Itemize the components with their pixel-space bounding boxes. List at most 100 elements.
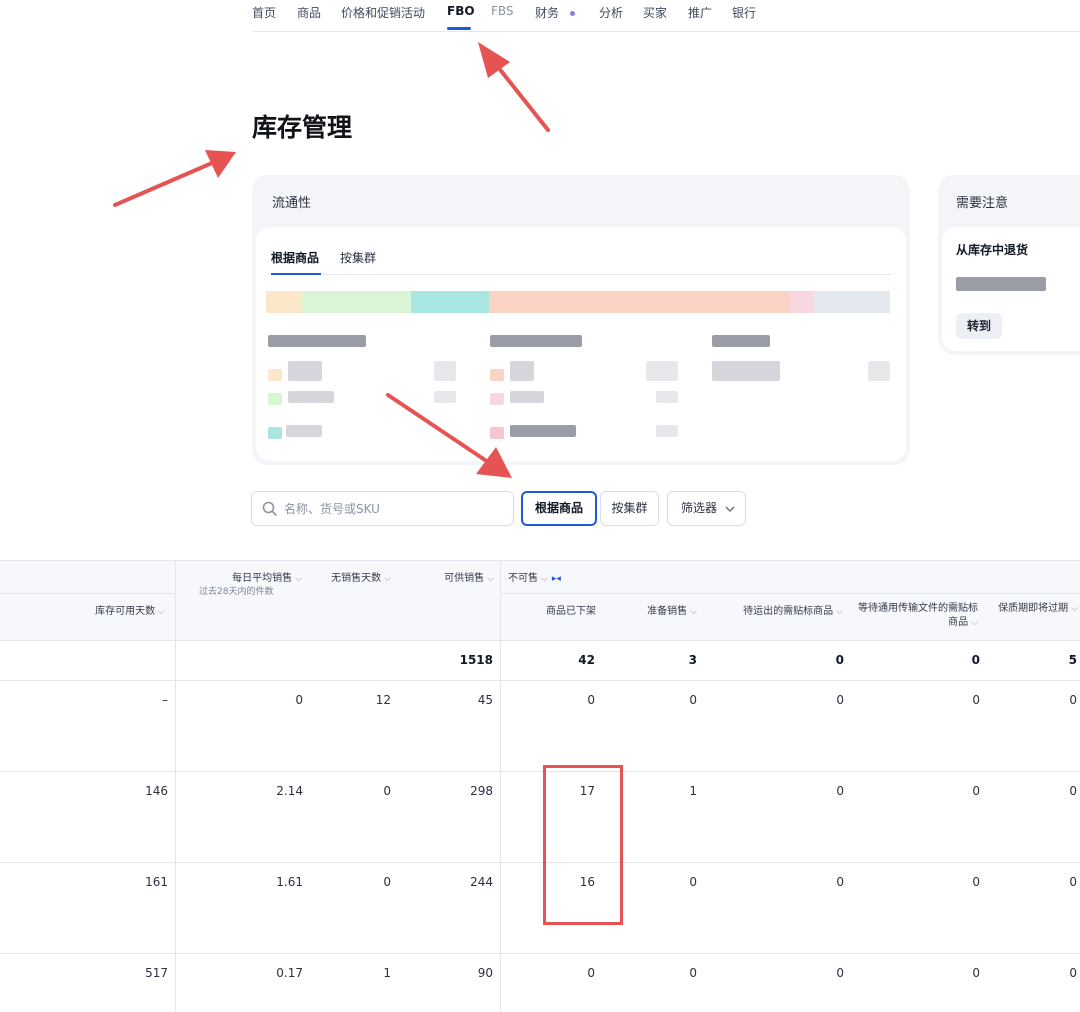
nav-bank[interactable]: 银行 xyxy=(732,4,756,21)
inventory-table: 库存可用天数 ⌵ 每日平均销售 ⌵ 过去28天内的件数 无销售天数 ⌵ 可供销售 ⌵ 不… xyxy=(0,560,1080,1012)
header-label: 商品已下架 xyxy=(546,606,596,617)
cell-preparing-sale: 0 xyxy=(689,966,697,980)
table-row[interactable]: 146 2.14 0 298 17 1 0 0 0 xyxy=(0,772,1080,862)
liquidity-segment xyxy=(789,291,813,313)
table-border xyxy=(0,640,1080,641)
header-awaiting-label[interactable]: 待运出的需贴标商品 ⌵ xyxy=(743,602,843,617)
table-row[interactable]: – 0 12 45 0 0 0 0 0 xyxy=(0,681,1080,771)
search-input[interactable] xyxy=(282,498,506,520)
cell-days-available: 517 xyxy=(145,966,168,980)
cell-preparing-sale: 0 xyxy=(689,693,697,707)
liquidity-segment xyxy=(411,291,489,313)
header-label: 准备销售 xyxy=(647,606,688,617)
view-by-cluster-button[interactable]: 按集群 xyxy=(600,491,659,526)
header-preparing-sale[interactable]: 准备销售 ⌵ xyxy=(647,602,697,617)
header-avg-daily-sales[interactable]: 每日平均销售 ⌵ xyxy=(232,569,302,584)
cell-preparing-sale: 1 xyxy=(689,784,697,798)
header-label: 等待通用传输文件的需贴标商品 xyxy=(858,603,978,628)
blurred-text xyxy=(646,361,678,381)
header-available-for-sale[interactable]: 可供销售 ⌵ xyxy=(444,569,494,584)
cell-available-for-sale: 298 xyxy=(470,784,493,798)
cell-days-no-sales: 0 xyxy=(383,875,391,889)
nav-finance[interactable]: 财务 xyxy=(535,4,559,21)
chevron-down-icon: ⌵ xyxy=(690,607,697,617)
legend-swatch xyxy=(490,369,504,381)
nav-products[interactable]: 商品 xyxy=(297,4,321,21)
table-row[interactable]: 161 1.61 0 244 16 0 0 0 0 xyxy=(0,863,1080,953)
header-label: 无销售天数 xyxy=(331,573,382,584)
legend-swatch xyxy=(490,427,504,439)
table-border xyxy=(0,560,1080,561)
blurred-text xyxy=(286,425,322,437)
annotation-highlight-box xyxy=(543,765,623,925)
chevron-down-icon: ⌵ xyxy=(836,607,843,617)
attention-card: 需要注意 从库存中退货 转到 xyxy=(938,175,1080,355)
table-border xyxy=(500,593,1080,594)
cell-available-for-sale: 90 xyxy=(477,966,493,980)
nav-analytics[interactable]: 分析 xyxy=(599,4,623,21)
tab-by-cluster[interactable]: 按集群 xyxy=(340,249,376,266)
tabs-divider xyxy=(271,274,891,275)
return-from-stock-title: 从库存中退货 xyxy=(956,243,1029,257)
nav-fbs[interactable]: FBS xyxy=(491,4,514,18)
chevron-down-icon: ⌵ xyxy=(295,574,302,584)
search-icon xyxy=(262,501,277,516)
cell-expiring: 0 xyxy=(1069,693,1077,707)
blurred-text xyxy=(656,425,678,437)
header-label: 可供销售 xyxy=(444,573,485,584)
table-row[interactable]: 517 0.17 1 90 0 0 0 0 0 xyxy=(0,954,1080,1012)
cell-awaiting-docs: 0 xyxy=(972,693,980,707)
expand-columns-icon[interactable]: ▸◂ xyxy=(552,574,561,584)
tab-by-product[interactable]: 根据商品 xyxy=(271,249,319,266)
cell-delisted: 0 xyxy=(587,693,595,707)
header-days-available[interactable]: 库存可用天数 ⌵ xyxy=(95,602,165,617)
header-label: 库存可用天数 xyxy=(95,606,156,617)
blurred-text xyxy=(956,277,1046,291)
legend-swatch xyxy=(268,427,282,439)
liquidity-segment xyxy=(301,291,411,313)
header-expiring[interactable]: 保质期即将过期 ⌵ xyxy=(994,602,1078,616)
cell-avg-daily-sales: 0.17 xyxy=(276,966,303,980)
legend-swatch xyxy=(268,369,282,381)
header-avg-daily-sales-sub: 过去28天内的件数 xyxy=(199,587,274,597)
filter-button[interactable]: 筛选器 xyxy=(667,491,746,526)
cell-awaiting-label: 0 xyxy=(836,966,844,980)
filter-label: 筛选器 xyxy=(681,501,718,515)
notification-dot xyxy=(570,11,575,16)
header-awaiting-docs[interactable]: 等待通用传输文件的需贴标商品 ⌵ xyxy=(858,602,978,630)
header-days-no-sales[interactable]: 无销售天数 ⌵ xyxy=(331,569,391,584)
cell-awaiting-label: 0 xyxy=(836,875,844,889)
cell-available-for-sale: 45 xyxy=(477,693,493,707)
cell-available-for-sale: 244 xyxy=(470,875,493,889)
chevron-down-icon: ⌵ xyxy=(158,607,165,617)
cell-expiring: 0 xyxy=(1069,966,1077,980)
chevron-down-icon: ⌵ xyxy=(487,574,494,584)
view-by-product-button[interactable]: 根据商品 xyxy=(521,491,597,526)
blurred-text xyxy=(510,425,576,437)
liquidity-segment xyxy=(813,291,890,313)
blurred-text xyxy=(868,361,890,381)
nav-fbo[interactable]: FBO xyxy=(447,4,475,18)
cell-days-no-sales: 1 xyxy=(383,966,391,980)
cell-expiring: 0 xyxy=(1069,784,1077,798)
chevron-down-icon: ⌵ xyxy=(384,574,391,584)
page-title: 库存管理 xyxy=(252,113,353,142)
blurred-text xyxy=(288,361,322,381)
table-border xyxy=(0,593,175,594)
cell-awaiting-docs: 0 xyxy=(972,875,980,889)
nav-home[interactable]: 首页 xyxy=(252,4,276,21)
goto-button[interactable]: 转到 xyxy=(956,313,1002,339)
liquidity-bar xyxy=(266,291,890,313)
cell-awaiting-docs: 0 xyxy=(972,966,980,980)
search-box[interactable] xyxy=(251,491,514,526)
nav-buyers[interactable]: 买家 xyxy=(643,4,667,21)
header-label: 待运出的需贴标商品 xyxy=(743,606,834,617)
nav-pricing-promotions[interactable]: 价格和促销活动 xyxy=(341,4,425,21)
cell-days-available: 146 xyxy=(145,784,168,798)
header-not-for-sale[interactable]: 不可售 ⌵ ▸◂ xyxy=(508,569,561,584)
total-delisted: 42 xyxy=(578,653,595,667)
header-delisted[interactable]: 商品已下架 xyxy=(546,602,596,617)
legend-swatch xyxy=(490,393,504,405)
nav-promotion[interactable]: 推广 xyxy=(688,4,712,21)
chevron-down-icon: ⌵ xyxy=(1071,604,1078,614)
